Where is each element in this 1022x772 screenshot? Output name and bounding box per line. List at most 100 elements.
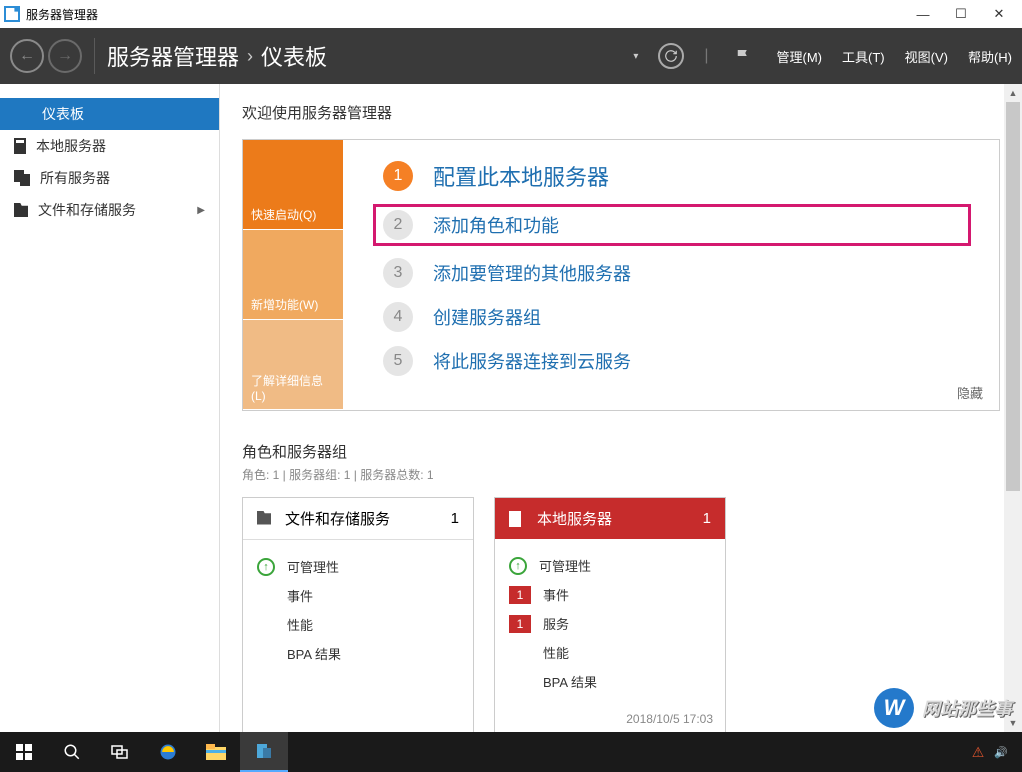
groups-subtitle: 角色: 1 | 服务器组: 1 | 服务器总数: 1 [242, 466, 1000, 483]
tile-row-manageability[interactable]: 可管理性 [509, 551, 711, 580]
chevron-right-icon: › [247, 46, 253, 67]
breadcrumb-app[interactable]: 服务器管理器 [107, 40, 239, 72]
tile-row-bpa[interactable]: BPA 结果 [257, 639, 459, 668]
files-icon [257, 511, 275, 527]
breadcrumb-page[interactable]: 仪表板 [261, 40, 327, 72]
menu-tools[interactable]: 工具(T) [842, 47, 885, 66]
dashboard-icon [14, 107, 32, 121]
status-ok-icon [509, 557, 527, 575]
step-connect-cloud[interactable]: 5 将此服务器连接到云服务 [383, 346, 969, 376]
sidebar-item-local-server[interactable]: 本地服务器 [0, 130, 219, 162]
sidebar-item-dashboard[interactable]: 仪表板 [0, 98, 219, 130]
sidebar-item-label: 本地服务器 [36, 136, 106, 156]
maximize-button[interactable]: ☐ [954, 7, 968, 21]
tile-file-storage[interactable]: 文件和存储服务 1 可管理性 事件 性能 BPA 结果 [242, 497, 474, 732]
tile-header: 本地服务器 1 [495, 498, 725, 539]
step-label: 创建服务器组 [433, 304, 541, 330]
server-icon [509, 511, 527, 527]
nav-forward-button[interactable]: → [48, 39, 82, 73]
quickstart-steps: 1 配置此本地服务器 2 添加角色和功能 3 添加要管理的其他服务器 4 创建服… [343, 140, 999, 410]
tile-row-events[interactable]: 事件 [257, 581, 459, 610]
tile-local-server[interactable]: 本地服务器 1 可管理性 1事件 1服务 性能 BPA 结果 2018/10/5… [494, 497, 726, 732]
tile-row-services[interactable]: 1服务 [509, 609, 711, 638]
sidebar-item-label: 文件和存储服务 [38, 200, 136, 220]
app-header: ← → 服务器管理器 › 仪表板 ▾ | 管理(M) 工具(T) 视图(V) 帮… [0, 28, 1022, 84]
step-label: 将此服务器连接到云服务 [433, 348, 631, 374]
step-add-servers[interactable]: 3 添加要管理的其他服务器 [383, 258, 969, 288]
watermark-logo: W [874, 688, 914, 728]
tile-row-bpa[interactable]: BPA 结果 [509, 667, 711, 696]
start-button[interactable] [0, 732, 48, 772]
main-content: 欢迎使用服务器管理器 快速启动(Q) 新增功能(W) 了解详细信息(L) 1 配… [220, 84, 1022, 732]
close-button[interactable]: ✕ [992, 7, 1006, 21]
sidebar-item-file-storage[interactable]: 文件和存储服务 ▶ [0, 194, 219, 226]
alert-badge: 1 [509, 586, 531, 604]
step-configure-server[interactable]: 1 配置此本地服务器 [383, 160, 969, 192]
tile-count: 1 [451, 510, 459, 527]
step-number: 5 [383, 346, 413, 376]
tile-row-performance[interactable]: 性能 [257, 610, 459, 639]
step-add-roles[interactable]: 2 添加角色和功能 [375, 206, 969, 244]
step-label: 配置此本地服务器 [433, 160, 609, 192]
minimize-button[interactable]: — [916, 7, 930, 21]
watermark: W 网站那些事 [874, 688, 1012, 728]
tab-learnmore[interactable]: 了解详细信息(L) [243, 320, 343, 410]
divider [94, 38, 95, 74]
step-number: 3 [383, 258, 413, 288]
search-icon[interactable] [48, 732, 96, 772]
tile-title: 文件和存储服务 [285, 508, 441, 529]
taskbar-explorer-icon[interactable] [192, 732, 240, 772]
step-label: 添加要管理的其他服务器 [433, 260, 631, 286]
tab-quickstart[interactable]: 快速启动(Q) [243, 140, 343, 230]
window-title: 服务器管理器 [26, 6, 98, 23]
server-icon [14, 138, 26, 154]
files-icon [14, 203, 28, 217]
tile-count: 1 [703, 510, 711, 527]
scrollbar-thumb[interactable] [1006, 102, 1020, 491]
dropdown-caret-icon[interactable]: ▾ [633, 51, 638, 62]
alert-badge: 1 [509, 615, 531, 633]
tile-row-manageability[interactable]: 可管理性 [257, 552, 459, 581]
welcome-heading: 欢迎使用服务器管理器 [242, 102, 1000, 123]
welcome-panel: 快速启动(Q) 新增功能(W) 了解详细信息(L) 1 配置此本地服务器 2 添… [242, 139, 1000, 411]
step-number: 1 [383, 161, 413, 191]
step-number: 2 [383, 210, 413, 240]
tile-row-events[interactable]: 1事件 [509, 580, 711, 609]
tray-network-icon[interactable]: ⚠ [972, 744, 985, 761]
menu-manage[interactable]: 管理(M) [777, 47, 823, 66]
welcome-tabs: 快速启动(Q) 新增功能(W) 了解详细信息(L) [243, 140, 343, 410]
tile-row-performance[interactable]: 性能 [509, 638, 711, 667]
step-label: 添加角色和功能 [433, 212, 559, 238]
status-ok-icon [257, 558, 275, 576]
tile-title: 本地服务器 [537, 508, 693, 529]
tile-timestamp: 2018/10/5 17:03 [495, 708, 725, 732]
divider: | [704, 47, 708, 65]
step-number: 4 [383, 302, 413, 332]
taskbar-server-manager-icon[interactable] [240, 732, 288, 772]
sidebar: 仪表板 本地服务器 所有服务器 文件和存储服务 ▶ [0, 84, 220, 732]
sidebar-item-label: 仪表板 [42, 104, 84, 124]
chevron-right-icon: ▶ [197, 205, 205, 216]
step-create-group[interactable]: 4 创建服务器组 [383, 302, 969, 332]
vertical-scrollbar[interactable]: ▲ ▼ [1004, 84, 1022, 732]
taskbar-ie-icon[interactable] [144, 732, 192, 772]
sidebar-item-all-servers[interactable]: 所有服务器 [0, 162, 219, 194]
tile-header: 文件和存储服务 1 [243, 498, 473, 540]
nav-back-button[interactable]: ← [10, 39, 44, 73]
sidebar-item-label: 所有服务器 [40, 168, 110, 188]
scroll-up-icon[interactable]: ▲ [1004, 84, 1022, 102]
menu-view[interactable]: 视图(V) [905, 47, 948, 66]
app-icon [4, 6, 20, 22]
task-view-icon[interactable] [96, 732, 144, 772]
tab-whatsnew[interactable]: 新增功能(W) [243, 230, 343, 320]
taskbar: ⚠ 🔊 [0, 732, 1022, 772]
flag-icon[interactable] [729, 42, 757, 70]
menu-help[interactable]: 帮助(H) [968, 47, 1012, 66]
groups-title: 角色和服务器组 [242, 441, 1000, 462]
breadcrumb: 服务器管理器 › 仪表板 [107, 40, 327, 72]
hide-link[interactable]: 隐藏 [957, 383, 983, 402]
refresh-icon[interactable] [658, 43, 684, 69]
watermark-text: 网站那些事 [922, 695, 1012, 721]
tray-volume-icon[interactable]: 🔊 [994, 746, 1008, 759]
servers-icon [14, 170, 30, 186]
